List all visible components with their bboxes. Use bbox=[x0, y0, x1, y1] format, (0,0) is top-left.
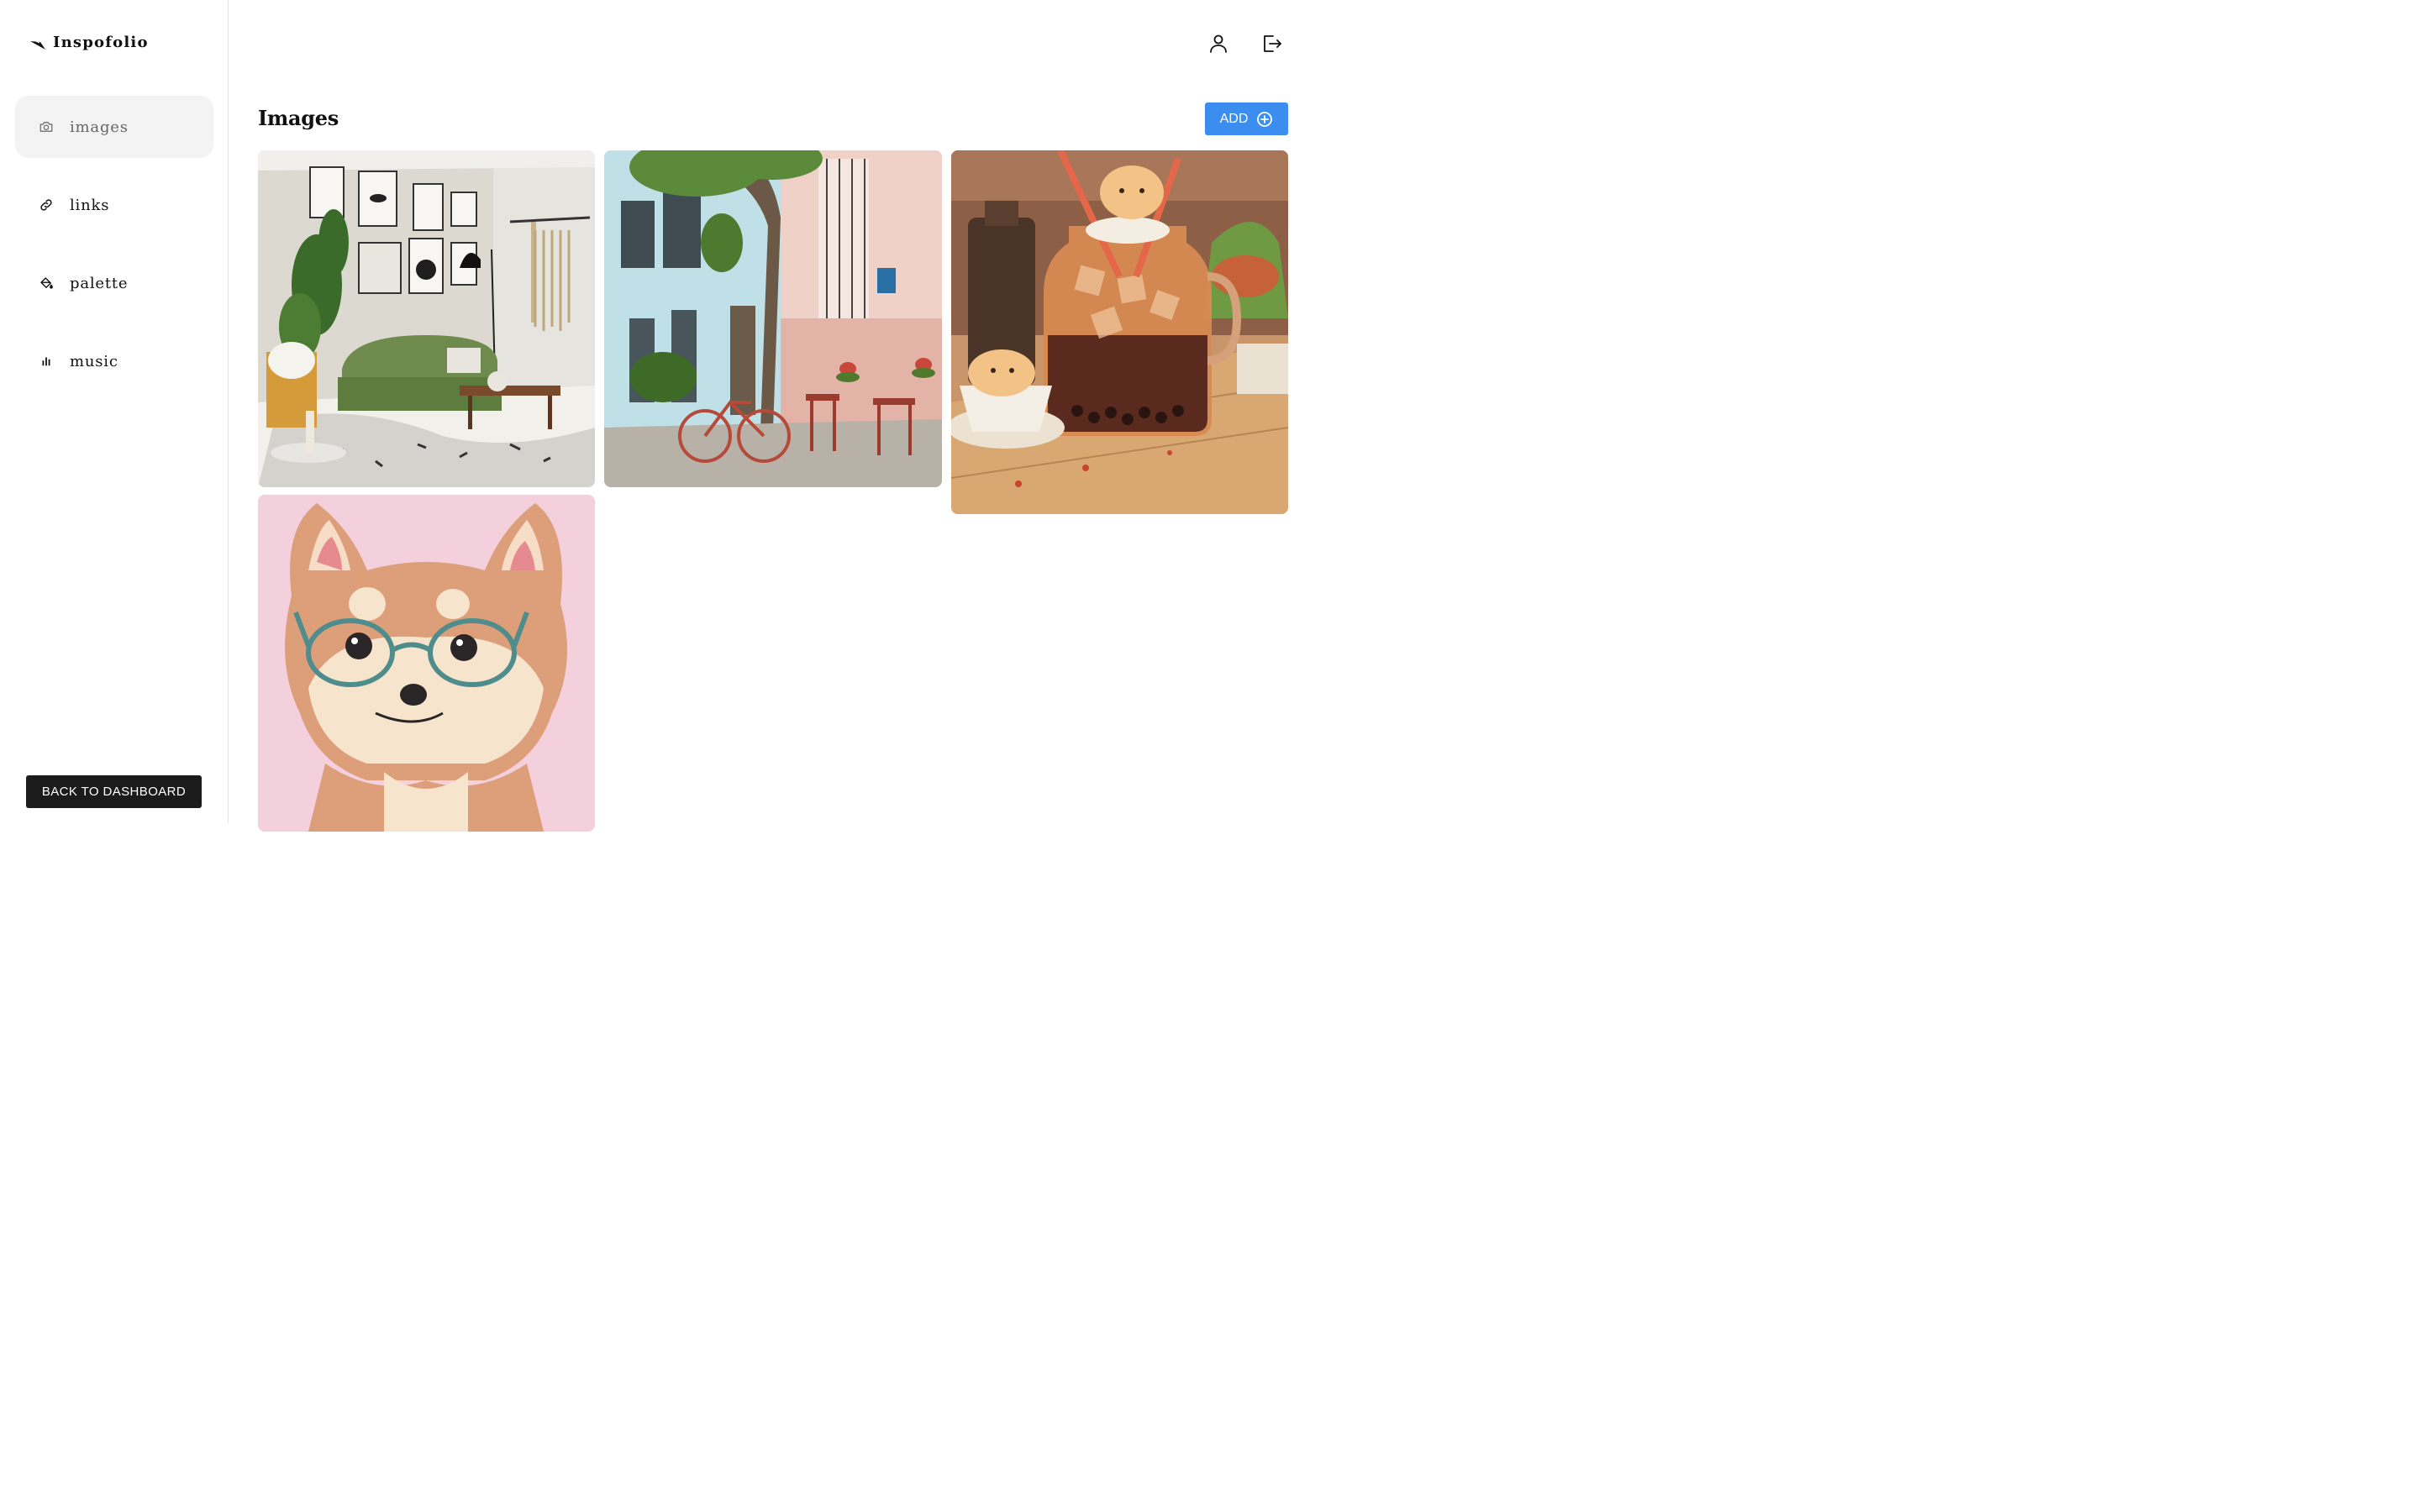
image-tile-shiba[interactable] bbox=[258, 495, 595, 832]
plus-circle-icon bbox=[1257, 111, 1273, 127]
add-button-label: ADD bbox=[1219, 111, 1249, 126]
page-title: Images bbox=[258, 106, 339, 130]
user-icon[interactable] bbox=[1205, 30, 1232, 57]
image-tile-iced-tea[interactable] bbox=[951, 150, 1288, 514]
living-room-image bbox=[258, 150, 595, 487]
image-tile-living-room[interactable] bbox=[258, 150, 595, 487]
iced-tea-image bbox=[951, 150, 1288, 514]
sidebar-item-links[interactable]: links bbox=[15, 174, 213, 236]
paint-bucket-icon bbox=[38, 275, 55, 291]
shiba-image bbox=[258, 495, 595, 832]
image-tile-street-cafe[interactable] bbox=[604, 150, 942, 487]
back-to-dashboard-button[interactable]: BACK TO DASHBOARD bbox=[26, 775, 202, 808]
add-image-button[interactable]: ADD bbox=[1205, 102, 1288, 135]
sidebar-item-palette[interactable]: palette bbox=[15, 252, 213, 314]
bar-chart-icon bbox=[38, 353, 55, 370]
sidebar-item-label: music bbox=[70, 352, 118, 370]
sidebar-item-label: links bbox=[70, 196, 110, 214]
sidebar: Inspofolio images links palette music BA… bbox=[0, 0, 229, 823]
quill-icon bbox=[30, 39, 45, 50]
sidebar-item-music[interactable]: music bbox=[15, 330, 213, 392]
brand-logo[interactable]: Inspofolio bbox=[29, 34, 149, 51]
sidebar-item-label: palette bbox=[70, 274, 129, 292]
camera-icon bbox=[38, 118, 55, 135]
brand-name: Inspofolio bbox=[53, 34, 149, 51]
sidebar-item-label: images bbox=[70, 118, 129, 136]
link-icon bbox=[38, 197, 55, 213]
logout-icon[interactable] bbox=[1258, 30, 1285, 57]
street-cafe-image bbox=[604, 150, 942, 487]
sidebar-item-images[interactable]: images bbox=[15, 96, 213, 158]
